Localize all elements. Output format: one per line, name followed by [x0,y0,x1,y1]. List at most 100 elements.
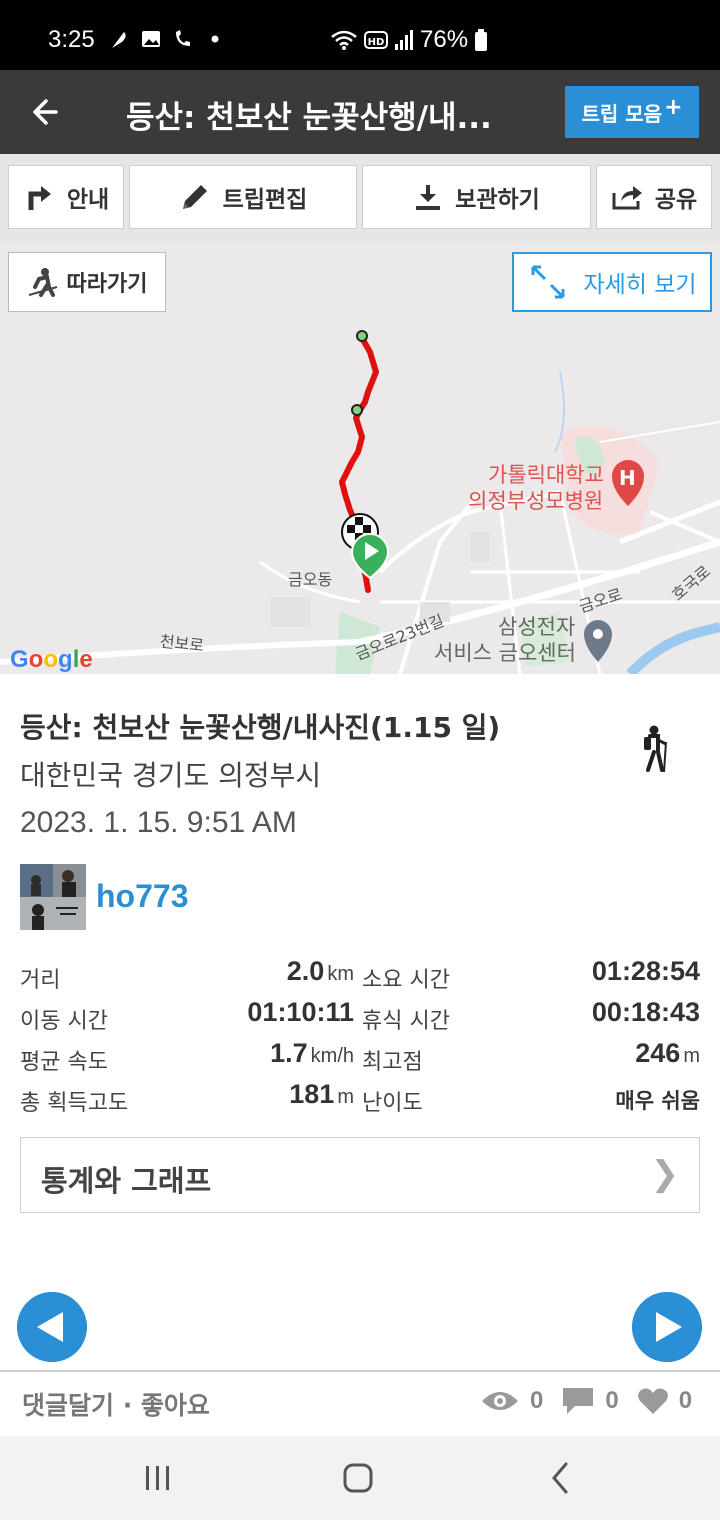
feather-icon [112,32,126,48]
max-altitude-label: 최고점 [362,1050,423,1075]
avg-speed-unit: km/h [310,1045,354,1067]
app-bar: 등산: 천보산 눈꽃산행/내... 트립 모음 + [0,70,720,154]
image-icon [142,31,160,47]
moving-time-value: 01:10:11 [247,997,354,1027]
rest-time-label: 휴식 시간 [362,1009,450,1034]
google-logo: Google [10,646,93,673]
system-icons: HD 76% [330,26,488,54]
follow-label: 따라가기 [66,272,148,297]
eye-icon [482,1392,518,1410]
chevron-right-icon: ❯ [650,1154,680,1194]
detail-view-button[interactable]: 자세히 보기 [512,252,712,312]
route-map[interactable]: 따라가기 자세히 보기 가톨릭대학교 의정부성모병원 H 금오동 천보로 금오로… [0,242,720,674]
battery-icon [475,29,488,51]
avatar-image [20,864,86,930]
plus-icon: + [664,94,683,120]
stats-table: 거리 2.0 km 소요 시간 01:28:54 이동 시간 01:10:11 휴… [20,954,700,1118]
avg-speed-value: 1.7 km/h [270,1038,354,1069]
total-time-value: 01:28:54 [591,956,700,986]
geumo-dong-label: 금오동 [288,570,333,589]
notification-icons [108,28,226,50]
edit-trip-label: 트립편집 [222,187,308,213]
dot-icon [211,35,219,43]
trip-collection-label: 트립 모음 [581,101,663,126]
page-title: 등산: 천보산 눈꽃산행/내... [126,100,492,136]
waypoint-marker [356,330,368,342]
max-altitude-number: 246 [635,1038,681,1068]
stream [626,622,720,674]
guide-button[interactable]: 안내 [8,165,124,229]
back-arrow-icon[interactable] [26,90,70,134]
download-icon [416,185,441,210]
save-button[interactable]: 보관하기 [362,165,591,229]
difficulty-value: 매우 쉬움 [615,1089,700,1113]
heart-icon [637,1388,668,1414]
engagement-counters: 0 0 0 [480,1386,692,1416]
elevation-gain-label: 총 획득고도 [20,1091,129,1116]
hiker-icon [644,725,667,773]
wifi-call-icon [176,30,190,46]
status-bar: 3:25 HD 76% [0,0,720,70]
elevation-gain-unit: m [337,1086,354,1108]
location-pin-icon [584,620,612,662]
follow-button[interactable]: 따라가기 [8,252,166,312]
svg-text:HD: HD [368,37,385,48]
trip-location: 대한민국 경기도 의정부시 [20,759,322,792]
comment-count: 0 [605,1387,619,1414]
battery-percent: 76% [420,26,469,53]
share-button[interactable]: 공유 [596,165,712,229]
wifi-icon [331,30,357,50]
comment-icon [563,1388,594,1414]
comment-like-link[interactable]: 댓글달기 · 좋아요 [22,1386,210,1422]
pencil-icon [182,185,207,209]
status-time: 3:25 [48,26,95,53]
elevation-gain-number: 181 [289,1079,335,1109]
turn-right-icon [28,186,51,210]
stats-graph-label: 통계와 그래프 [41,1164,212,1198]
signal-icon [395,30,413,50]
view-count: 0 [530,1387,544,1414]
save-label: 보관하기 [455,187,540,213]
trip-datetime: 2023. 1. 15. 9:51 AM [20,806,297,839]
guide-label: 안내 [66,187,110,213]
back-icon[interactable] [540,1458,580,1498]
detail-view-label: 자세히 보기 [583,272,697,298]
moving-time-label: 이동 시간 [20,1009,108,1034]
rest-time-value: 00:18:43 [591,997,700,1027]
distance-number: 2.0 [286,956,325,986]
stats-graph-button[interactable]: 통계와 그래프 ❯ [20,1137,700,1213]
system-navigation-bar [0,1436,720,1520]
stat-row: 총 획득고도 181 m 난이도 매우 쉬움 [20,1077,700,1118]
avg-speed-label: 평균 속도 [20,1050,108,1075]
avatar[interactable] [20,864,86,930]
trip-collection-button[interactable]: 트립 모음 + [565,86,699,138]
hospital-marker-letter: H [619,466,636,490]
home-icon[interactable] [338,1458,378,1498]
stat-row: 이동 시간 01:10:11 휴식 시간 00:18:43 [20,995,700,1036]
samsung-label-line2: 서비스 금오센터 [434,641,576,665]
recent-apps-icon[interactable] [138,1458,178,1498]
distance-unit: km [327,963,354,985]
walker-icon [28,268,57,297]
stat-row: 거리 2.0 km 소요 시간 01:28:54 [20,954,700,995]
action-toolbar: 안내 트립편집 보관하기 공유 [0,154,720,242]
edit-trip-button[interactable]: 트립편집 [129,165,357,229]
stat-row: 평균 속도 1.7 km/h 최고점 246 m [20,1036,700,1077]
distance-value: 2.0 km [287,956,354,987]
total-time-label: 소요 시간 [362,968,450,993]
expand-icon [531,265,565,299]
hospital-label-line1: 가톨릭대학교 [488,463,604,487]
hd-icon: HD [364,31,388,49]
username-link[interactable]: ho773 [96,878,188,915]
share-label: 공유 [654,187,698,213]
cheonbo-ro-label: 천보로 [158,631,205,656]
hospital-label-line2: 의정부성모병원 [468,489,604,513]
like-count: 0 [678,1387,693,1414]
share-icon [612,186,642,210]
elevation-gain-value: 181 m [289,1079,354,1110]
max-altitude-unit: m [683,1045,700,1067]
previous-trip-button[interactable] [17,1292,87,1362]
next-trip-button[interactable] [632,1292,702,1362]
max-altitude-value: 246 m [635,1038,700,1069]
trip-title: 등산: 천보산 눈꽃산행/내사진(1.15 일) [20,711,501,744]
